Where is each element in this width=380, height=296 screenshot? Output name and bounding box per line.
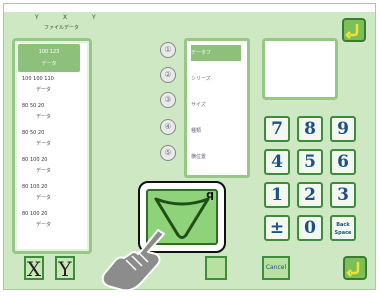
list-item-values: 80 100 20 bbox=[22, 211, 48, 217]
value-display bbox=[262, 38, 338, 100]
list-item-values: 80 50 20 bbox=[22, 103, 45, 109]
circle-button-1[interactable]: ① bbox=[160, 42, 176, 58]
back-space-button[interactable]: Back Space bbox=[330, 215, 356, 241]
return-arrow-icon bbox=[345, 24, 359, 39]
return-arrow-icon bbox=[346, 262, 360, 277]
list-item-values: 80 100 20 bbox=[22, 157, 48, 163]
list-item[interactable]: 80 100 20 データ bbox=[18, 209, 80, 233]
list-item[interactable]: 80 50 20 データ bbox=[18, 128, 80, 152]
option-item-selected[interactable]: データフ bbox=[191, 45, 241, 61]
key-1[interactable]: 1 bbox=[264, 182, 290, 208]
enter-button-top[interactable] bbox=[342, 18, 366, 42]
data-list: 100 123 データ 100 100 110 データ 80 50 20 データ… bbox=[12, 38, 92, 254]
key-3[interactable]: 3 bbox=[330, 182, 356, 208]
key-8[interactable]: 8 bbox=[297, 116, 323, 142]
list-item-label: データ bbox=[36, 195, 52, 201]
option-item[interactable]: シリーズ bbox=[191, 71, 241, 87]
key-2[interactable]: 2 bbox=[297, 182, 323, 208]
list-item-values: 100 100 110 bbox=[22, 76, 54, 82]
circle-button-2[interactable]: ② bbox=[160, 67, 176, 83]
top-strip bbox=[4, 4, 375, 12]
header-sublabel: ファイルデータ bbox=[44, 25, 80, 31]
key-plus-minus[interactable]: ± bbox=[264, 215, 290, 241]
zoom-letter: q bbox=[206, 188, 214, 201]
list-item-label: データ bbox=[36, 168, 52, 174]
key-0[interactable]: 0 bbox=[297, 215, 323, 241]
pointing-hand-icon bbox=[101, 229, 165, 292]
list-item-values: 80 100 20 bbox=[22, 184, 48, 190]
list-item[interactable]: 80 100 20 データ bbox=[18, 182, 80, 206]
option-item[interactable]: サイズ bbox=[191, 97, 241, 113]
header-label-3: Y bbox=[92, 14, 96, 21]
y-button[interactable]: Y bbox=[55, 256, 75, 280]
list-item-values: 80 50 20 bbox=[22, 130, 45, 136]
key-5[interactable]: 5 bbox=[297, 149, 323, 175]
list-item[interactable]: 80 50 20 データ bbox=[18, 101, 80, 125]
list-item-label: データ bbox=[36, 141, 52, 147]
list-item-line2: データ bbox=[41, 61, 57, 67]
list-item-label: データ bbox=[36, 222, 52, 228]
option-item[interactable]: 種類 bbox=[191, 123, 241, 139]
header-label-2: X bbox=[63, 14, 68, 21]
list-item-line1: 100 123 bbox=[38, 49, 60, 55]
list-item-selected[interactable]: 100 123 データ bbox=[18, 44, 80, 72]
key-7[interactable]: 7 bbox=[264, 116, 290, 142]
header-label-1: Y bbox=[35, 14, 39, 21]
circle-button-5[interactable]: ⑤ bbox=[160, 145, 176, 161]
enter-button-bottom[interactable] bbox=[343, 256, 367, 280]
key-6[interactable]: 6 bbox=[330, 149, 356, 175]
list-item-label: データ bbox=[36, 87, 52, 93]
circle-button-4[interactable]: ④ bbox=[160, 119, 176, 135]
blank-button[interactable] bbox=[205, 256, 227, 280]
option-item[interactable]: 横位置 bbox=[191, 149, 241, 165]
list-item[interactable]: 80 100 20 データ bbox=[18, 155, 80, 179]
circle-button-3[interactable]: ③ bbox=[160, 92, 176, 108]
cancel-button[interactable]: Cancel bbox=[262, 256, 290, 280]
list-item-label: データ bbox=[36, 114, 52, 120]
x-button[interactable]: X bbox=[24, 256, 44, 280]
key-9[interactable]: 9 bbox=[330, 116, 356, 142]
key-4[interactable]: 4 bbox=[264, 149, 290, 175]
option-list: データフ シリーズ サイズ 種類 横位置 bbox=[184, 38, 250, 178]
list-item[interactable]: 100 100 110 データ bbox=[18, 74, 80, 98]
